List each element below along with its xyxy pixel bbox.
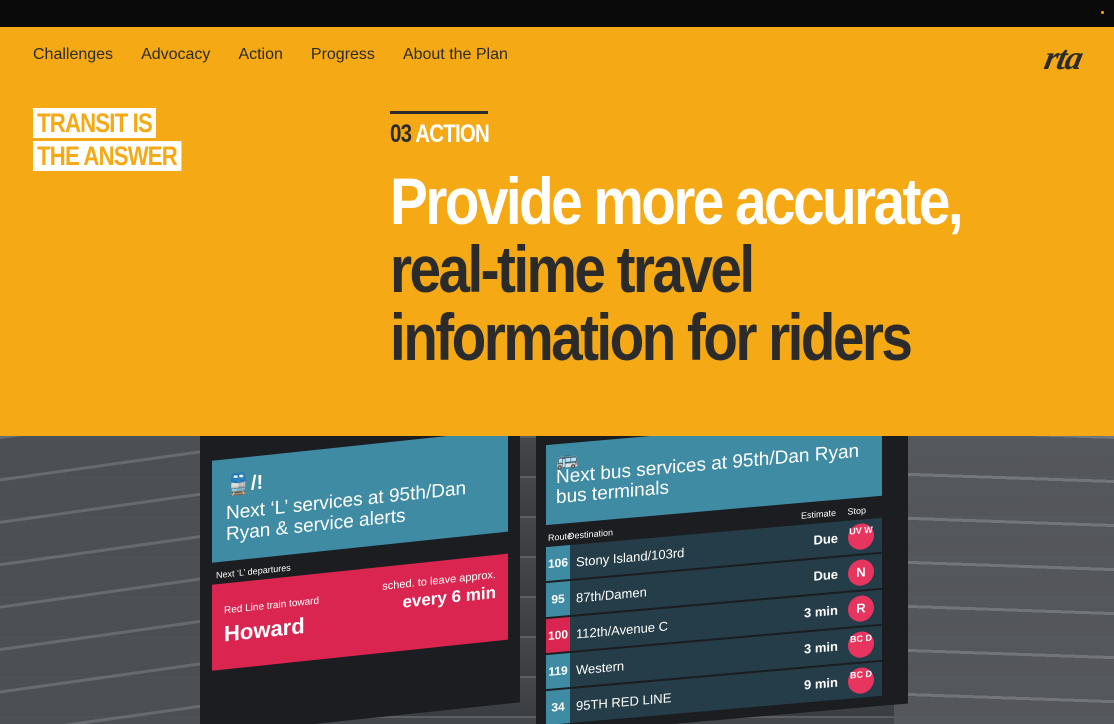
section-label: 03 ACTION bbox=[390, 111, 511, 149]
stop-badge: BC D bbox=[848, 666, 874, 695]
transit-is-the-answer-badge[interactable]: TRANSIT IS THE ANSWER bbox=[33, 108, 214, 174]
status-dot bbox=[1101, 11, 1104, 14]
tile-wall-left bbox=[0, 436, 200, 724]
col-stop: Stop bbox=[847, 505, 866, 517]
headline-line-3: information for riders bbox=[390, 300, 913, 374]
stop-badge: R bbox=[848, 594, 874, 623]
line-destination: Howard bbox=[224, 612, 305, 647]
route-number: 95 bbox=[546, 581, 570, 618]
nav-action[interactable]: Action bbox=[238, 46, 282, 64]
line-label: Red Line train toward bbox=[224, 595, 320, 617]
section-rule bbox=[390, 111, 488, 114]
badge-line-1: TRANSIT IS bbox=[33, 108, 157, 138]
route-estimate: Due bbox=[813, 566, 838, 584]
rta-logo[interactable]: rta bbox=[1041, 40, 1086, 77]
section-title: ACTION bbox=[415, 120, 489, 148]
route-number: 34 bbox=[546, 689, 570, 724]
stop-badge: N bbox=[848, 558, 874, 587]
route-number: 119 bbox=[546, 653, 570, 690]
col-destination: Destination bbox=[568, 527, 614, 542]
section-number: 03 bbox=[390, 120, 412, 148]
train-display-header: 🚆/! Next ‘L’ services at 95th/Dan Ryan &… bbox=[212, 436, 508, 563]
route-destination: 112th/Avenue C bbox=[576, 618, 669, 642]
nav-challenges[interactable]: Challenges bbox=[33, 46, 113, 64]
route-estimate: 3 min bbox=[804, 602, 838, 621]
bus-display-title: Next bus services at 95th/Dan Ryan bus t… bbox=[556, 440, 860, 509]
route-destination: Western bbox=[576, 658, 625, 678]
col-estimate: Estimate bbox=[800, 507, 836, 521]
tile-wall-right bbox=[894, 436, 1114, 724]
route-number: 106 bbox=[546, 545, 570, 582]
top-bar bbox=[0, 0, 1114, 27]
route-destination: 87th/Damen bbox=[576, 584, 647, 606]
nav-advocacy[interactable]: Advocacy bbox=[141, 46, 210, 64]
stop-badge: BC D bbox=[848, 630, 874, 659]
route-estimate: 3 min bbox=[804, 638, 838, 657]
route-destination: 95TH RED LINE bbox=[576, 690, 672, 714]
headline-line-2: real-time travel bbox=[390, 232, 755, 306]
page-title: Provide more accurate, real-time travel … bbox=[390, 167, 1090, 371]
main-nav: Challenges Advocacy Action Progress Abou… bbox=[33, 46, 536, 64]
train-display-title: Next ‘L’ services at 95th/Dan Ryan & ser… bbox=[226, 478, 467, 546]
stop-badge: UV W bbox=[848, 522, 874, 551]
route-estimate: 9 min bbox=[804, 674, 838, 693]
train-display-screen: 🚆/! Next ‘L’ services at 95th/Dan Ryan &… bbox=[200, 436, 520, 724]
bus-display-screen: 🚌 Next bus services at 95th/Dan Ryan bus… bbox=[536, 436, 908, 724]
route-destination: Stony Island/103rd bbox=[576, 545, 685, 570]
nav-about-the-plan[interactable]: About the Plan bbox=[403, 46, 508, 64]
hero-photo: 🚆/! Next ‘L’ services at 95th/Dan Ryan &… bbox=[0, 436, 1114, 724]
train-alert-icon: 🚆/! bbox=[226, 471, 264, 498]
headline-line-1: Provide more accurate, bbox=[390, 164, 964, 238]
nav-progress[interactable]: Progress bbox=[311, 46, 375, 64]
route-estimate: Due bbox=[813, 530, 838, 548]
hero-section: Challenges Advocacy Action Progress Abou… bbox=[0, 27, 1114, 436]
badge-line-2: THE ANSWER bbox=[33, 141, 182, 171]
route-number: 100 bbox=[546, 617, 570, 654]
